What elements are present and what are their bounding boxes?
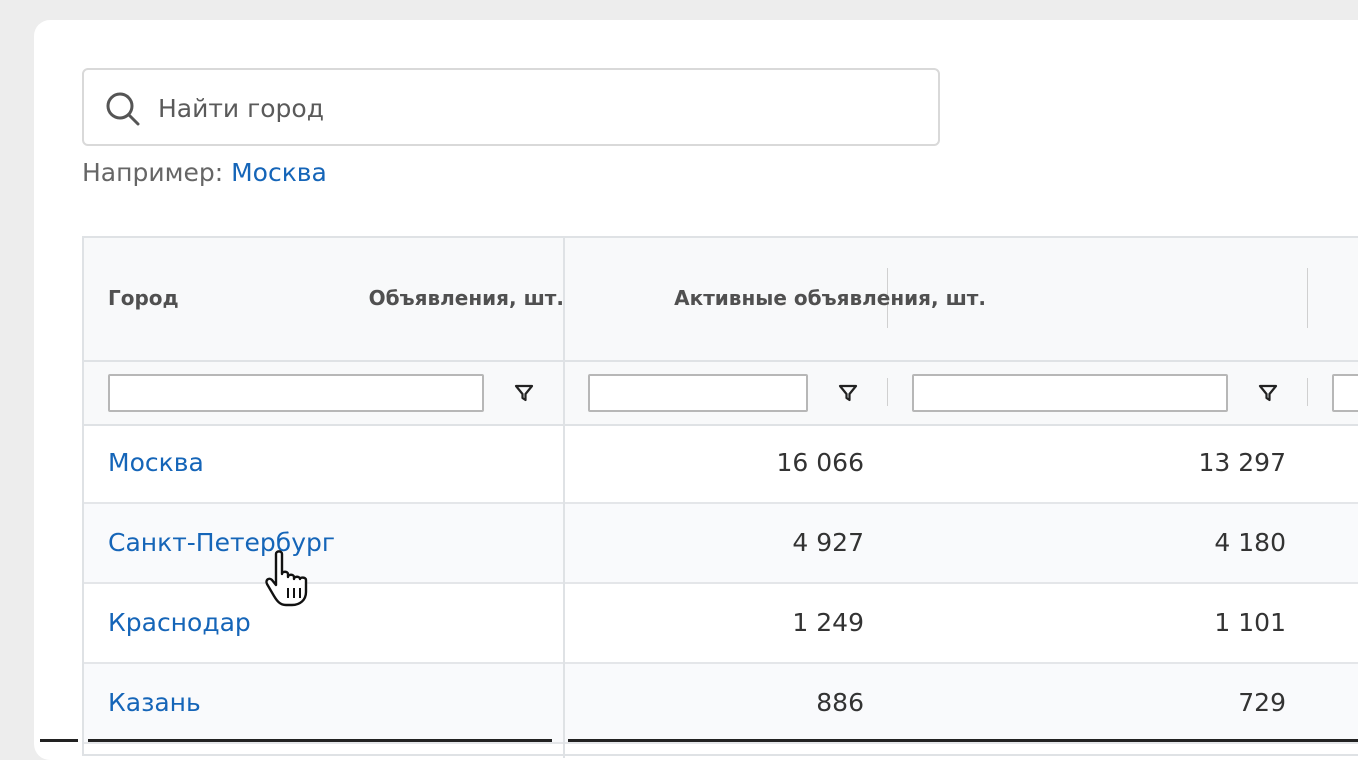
search-example: Например: Москва <box>82 158 327 187</box>
active-listings-count: 4 180 <box>1214 528 1286 557</box>
column-divider <box>563 238 565 758</box>
example-link-moscow[interactable]: Москва <box>231 158 327 187</box>
listings-filter-input[interactable] <box>588 374 808 412</box>
column-header-city[interactable]: Город <box>108 286 179 310</box>
funnel-icon[interactable] <box>1257 382 1279 404</box>
listings-count: 886 <box>816 688 864 717</box>
table-row: Москва 16 066 13 297 <box>84 424 1358 504</box>
next-column-filter-input[interactable] <box>1332 374 1358 412</box>
column-header-active-listings[interactable]: Активные объявления, шт. <box>674 286 986 310</box>
active-listings-count: 1 101 <box>1214 608 1286 637</box>
column-header-listings[interactable]: Объявления, шт. <box>369 286 564 310</box>
listings-count: 4 927 <box>792 528 864 557</box>
column-separator <box>887 378 888 406</box>
column-separator <box>1307 378 1308 406</box>
table-row: Санкт-Петербург 4 927 4 180 <box>84 504 1358 584</box>
city-link[interactable]: Казань <box>108 688 201 717</box>
active-listings-filter-input[interactable] <box>912 374 1228 412</box>
active-listings-count: 13 297 <box>1198 448 1286 477</box>
listings-count: 16 066 <box>776 448 864 477</box>
cities-table: Город Объявления, шт. Активные объявлени… <box>82 236 1358 758</box>
search-icon <box>106 92 140 126</box>
table-row: Казань 886 729 <box>84 664 1358 744</box>
funnel-icon[interactable] <box>837 382 859 404</box>
filter-row <box>84 362 1358 426</box>
city-link[interactable]: Краснодар <box>108 608 251 637</box>
city-link[interactable]: Москва <box>108 448 204 477</box>
funnel-icon[interactable] <box>513 382 535 404</box>
active-listings-count: 729 <box>1238 688 1286 717</box>
table-row: Краснодар 1 249 1 101 <box>84 584 1358 664</box>
city-filter-input[interactable] <box>108 374 484 412</box>
column-separator[interactable] <box>1307 268 1308 328</box>
city-search-input[interactable] <box>156 82 920 134</box>
city-search-box[interactable] <box>82 68 940 146</box>
city-link[interactable]: Санкт-Петербург <box>108 528 335 557</box>
listings-count: 1 249 <box>792 608 864 637</box>
table-header: Город Объявления, шт. Активные объявлени… <box>84 238 1358 362</box>
example-prefix: Например: <box>82 158 224 187</box>
